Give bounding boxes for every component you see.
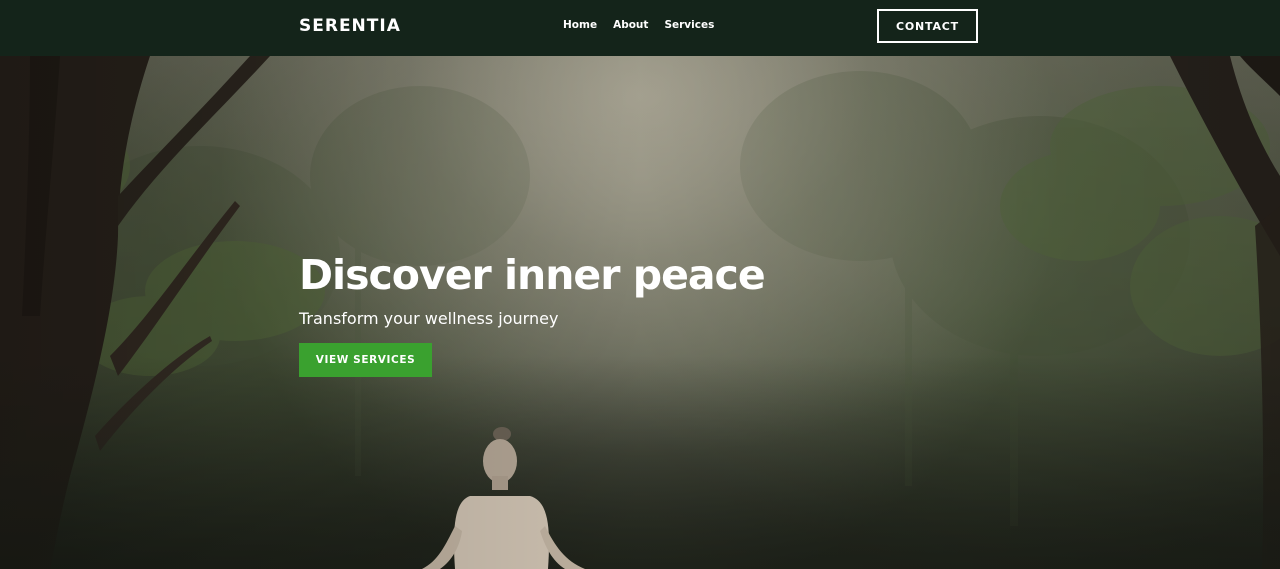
hero-subtitle: Transform your wellness journey	[299, 309, 559, 328]
page: SERENTIA Home About Services CONTACT Dis…	[0, 0, 1280, 569]
hero-title: Discover inner peace	[299, 251, 766, 299]
hero-overlay	[0, 56, 1280, 569]
hero-section: Discover inner peace Transform your well…	[0, 56, 1280, 569]
view-services-button[interactable]: VIEW SERVICES	[299, 343, 432, 377]
nav-link-about[interactable]: About	[613, 18, 648, 32]
contact-button[interactable]: CONTACT	[877, 9, 978, 43]
main-nav: Home About Services	[563, 18, 714, 32]
nav-link-services[interactable]: Services	[664, 18, 714, 32]
navbar: SERENTIA Home About Services CONTACT	[0, 0, 1280, 56]
brand-logo[interactable]: SERENTIA	[299, 15, 401, 37]
nav-link-home[interactable]: Home	[563, 18, 597, 32]
